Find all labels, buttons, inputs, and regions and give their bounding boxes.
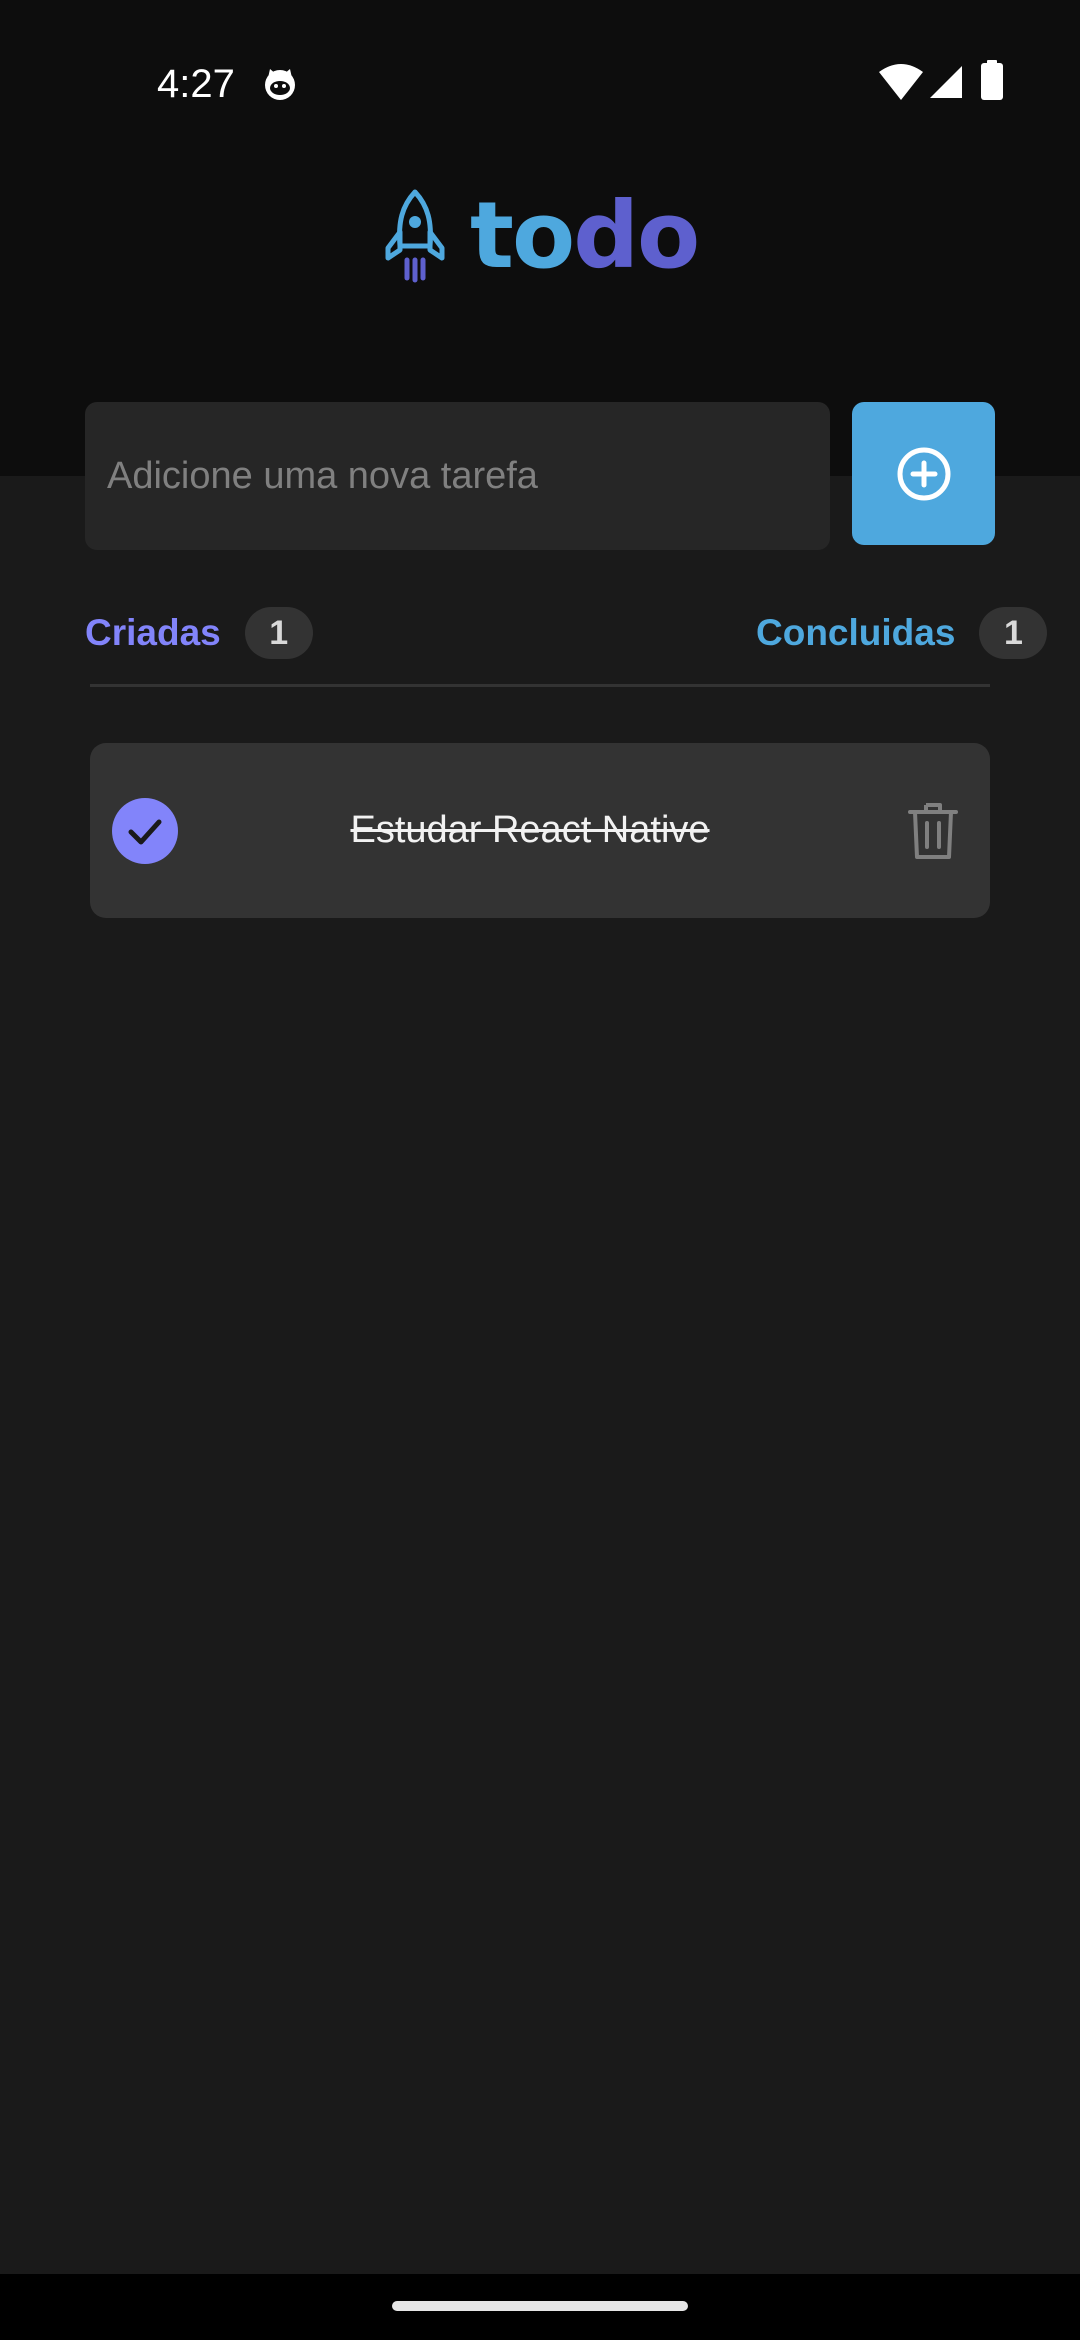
checkmark-icon	[128, 819, 162, 845]
trash-icon	[908, 803, 958, 859]
home-gesture-handle[interactable]	[392, 2301, 688, 2311]
delete-task-button[interactable]	[900, 798, 966, 864]
logo-text-do: do	[573, 182, 700, 289]
task-item: Estudar React Native	[90, 743, 990, 918]
rocket-icon	[385, 189, 445, 283]
cat-face-icon	[265, 69, 295, 100]
task-text: Estudar React Native	[350, 809, 710, 851]
wifi-icon	[879, 64, 923, 100]
created-counter: Criadas 1	[85, 606, 313, 660]
logo-wordmark: todo	[470, 186, 700, 286]
done-count-badge: 1	[979, 607, 1048, 659]
add-task-button[interactable]	[852, 402, 995, 545]
cellular-signal-icon	[930, 66, 962, 98]
created-count-badge: 1	[244, 607, 313, 659]
app-logo: todo	[380, 186, 700, 286]
done-label: Concluidas	[756, 612, 956, 653]
divider	[90, 684, 990, 687]
created-label: Criadas	[85, 612, 221, 653]
done-counter: Concluidas 1	[756, 606, 1048, 660]
plus-circle-icon	[897, 447, 950, 500]
app-screen: 4:27 todo Adicione uma nova tarefa Criad…	[0, 0, 1080, 2340]
logo-text-to: to	[470, 182, 575, 289]
battery-icon	[981, 60, 1003, 100]
task-done-checkbox[interactable]	[112, 798, 178, 864]
status-time: 4:27	[157, 62, 235, 106]
new-task-input[interactable]	[85, 402, 830, 550]
